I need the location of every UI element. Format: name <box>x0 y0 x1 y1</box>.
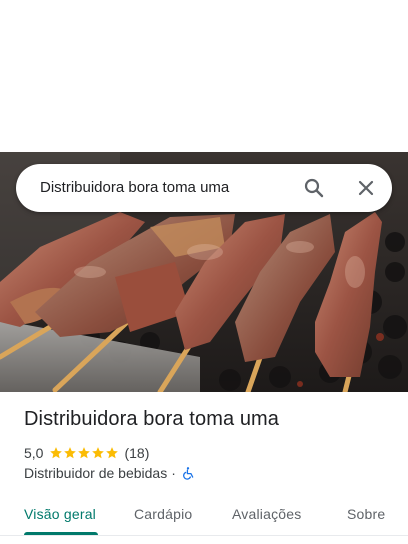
place-title: Distribuidora bora toma uma <box>24 408 280 430</box>
tab-visao-geral[interactable]: Visão geral <box>24 494 96 534</box>
star-icon <box>106 447 119 459</box>
separator-dot: · <box>171 465 176 481</box>
star-icon <box>50 447 63 459</box>
wheelchair-accessible-icon <box>181 466 195 480</box>
rating-row[interactable]: 5,0 (18) <box>24 444 149 462</box>
top-blank-area <box>0 0 408 152</box>
search-icon[interactable] <box>302 176 326 200</box>
star-icon <box>78 447 91 459</box>
tab-sobre[interactable]: Sobre <box>347 494 385 534</box>
category-row: Distribuidor de bebidas · <box>24 464 195 482</box>
place-tabs: Visão geral Cardápio Avaliações Sobre <box>0 494 408 536</box>
search-bar[interactable]: Distribuidora bora toma uma <box>16 164 392 212</box>
star-icon <box>92 447 105 459</box>
close-icon[interactable] <box>354 176 378 200</box>
tabs-divider <box>0 535 408 536</box>
star-icon <box>64 447 77 459</box>
tab-avaliacoes[interactable]: Avaliações <box>232 494 301 534</box>
review-count[interactable]: (18) <box>124 445 149 461</box>
place-category: Distribuidor de bebidas <box>24 465 168 481</box>
search-input[interactable]: Distribuidora bora toma uma <box>40 164 229 212</box>
star-rating <box>49 446 119 460</box>
tab-cardapio[interactable]: Cardápio <box>134 494 192 534</box>
rating-value: 5,0 <box>24 445 44 461</box>
